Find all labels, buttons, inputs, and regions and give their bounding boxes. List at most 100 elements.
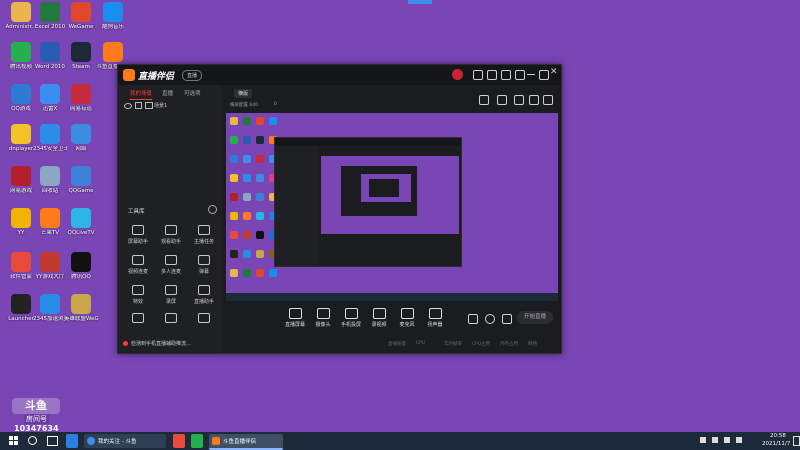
desktop-icon[interactable]: 腾讯QQ [64,252,98,292]
preview-mini-icon [256,212,264,220]
search-icon[interactable] [28,436,37,445]
tool-task[interactable]: 主播任务 [188,225,220,245]
taskbar-app-1[interactable] [173,434,185,448]
room-label: 房间号 [24,414,49,424]
desktop-icon[interactable]: YY游戏大厅 [33,252,67,292]
monitor-button[interactable]: 直播屏幕 [280,308,310,328]
layout-icon[interactable] [468,314,478,324]
maximize-button[interactable] [539,70,549,80]
desktop-icon-label: YY游戏大厅 [35,274,65,280]
notification-center-icon[interactable] [793,436,800,446]
tool-helper[interactable]: 直播助手 [188,285,220,305]
start-live-button[interactable]: 开始直播 [517,311,553,324]
taskbar-task-douyu[interactable]: 斗鱼直播伴侣 [209,434,283,450]
tool-barrage[interactable]: 弹幕 [188,255,220,275]
gear-icon[interactable] [502,314,512,324]
taskbar-app-2[interactable] [191,434,203,448]
taskbar-task-browser[interactable]: 我的关注 - 斗鱼 [84,434,166,448]
security-icon [40,124,60,144]
desktop-icon[interactable]: QQGame [64,166,98,206]
scene-tab[interactable]: 横版 [234,89,253,98]
tab-scenes[interactable]: 我的场景 [130,89,153,100]
preview-mini-icon [256,155,264,163]
tray-icons[interactable] [700,437,756,444]
settings-icon[interactable] [514,95,524,105]
tool-fx[interactable]: 特效 [122,285,154,305]
preview-mini-icon [243,136,251,144]
desktop-icon[interactable]: 芒果TV [33,208,67,248]
app-logo-icon [123,69,135,81]
record-icon [165,285,177,295]
clock-date[interactable]: 2021/11/7 [762,441,790,447]
desktop-icon[interactable]: 网络 [64,124,98,164]
menu-icon[interactable] [515,70,525,80]
clock-time[interactable]: 20:58 [770,433,786,439]
tool-screen[interactable]: 屏幕助手 [122,225,154,245]
netease-game-icon [11,166,31,186]
tool-record[interactable]: 录屏 [155,285,187,305]
phone-button[interactable]: 手机投屏 [336,308,366,328]
notification-icon[interactable] [529,95,539,105]
desktop-icon[interactable]: 酷狗音乐 [96,2,130,42]
group-icon [165,255,177,265]
desktop-icon-label: 酷狗音乐 [101,24,124,30]
netease-icon [71,84,91,104]
camera-button[interactable]: 摄像头 [308,308,338,328]
screen-icon[interactable] [501,70,511,80]
avatar[interactable] [452,69,463,80]
tool-more[interactable] [122,313,154,326]
live-preview[interactable] [226,113,558,301]
video-button[interactable]: 录视频 [364,308,394,328]
speaker-button[interactable]: 扬声器 [420,308,450,328]
tool-mic[interactable]: 视频连麦 [122,255,154,275]
preview-mini-icon [243,117,251,125]
desktop-icon[interactable]: 英雄联盟WeGame [64,294,98,334]
desktop-icon[interactable]: 网易有道 [64,84,98,124]
shirt-icon[interactable] [487,70,497,80]
mail-icon[interactable] [473,70,483,80]
title-bar[interactable]: 直播伴侣 直播 ✕ [118,65,561,85]
tool-group[interactable]: 多人连麦 [155,255,187,275]
status-item: CPU占用 [472,342,491,347]
tab-options[interactable]: 可选项 [184,89,201,97]
record-icon[interactable] [485,314,495,324]
desktop-icon[interactable]: 回收站 [33,166,67,206]
tab-live[interactable]: 直播 [162,89,173,97]
desktop-icon-label: 网易有道 [69,106,92,112]
delete-icon[interactable] [497,95,507,105]
preview-mini-icon [269,269,277,277]
lock-icon[interactable] [135,102,142,109]
desktop-icon[interactable]: 2345加速浏览器 [33,294,67,334]
scene-item-label[interactable]: 场景1 [154,102,167,109]
share-icon[interactable] [543,95,553,105]
desktop-icon[interactable]: QQLiveTV [64,208,98,248]
tool-viewer[interactable]: 观看助手 [155,225,187,245]
close-button[interactable]: ✕ [550,67,558,77]
preview-mini-icon [230,117,238,125]
tools-toggle-icon[interactable] [208,205,217,214]
preview-mini-icon [243,193,251,201]
notice-bar[interactable]: 检测到手机直播辅助推流... [120,339,220,349]
taskbar-app-ie[interactable] [66,434,78,448]
desktop-icon[interactable]: WeGame [64,2,98,42]
desktop-icon[interactable]: 2345安全卫士 [33,124,67,164]
tool-gift[interactable] [188,313,220,326]
preview-mini-icon [256,174,264,182]
browser-icon [87,437,95,445]
task-view-icon[interactable] [47,436,58,446]
preview-mini-icon [243,155,251,163]
tool-download[interactable] [155,313,187,326]
eye-icon[interactable] [124,103,132,109]
minimize-button[interactable] [527,74,535,75]
start-button[interactable] [9,436,19,446]
desktop-icon[interactable]: Steam [64,42,98,82]
desktop-icon[interactable]: 迅雷X [33,84,67,124]
tool-label: 弹幕 [198,269,209,275]
phone-icon [344,308,358,319]
microphone-button[interactable]: 麦克风 [392,308,422,328]
desktop-icon[interactable]: Word 2010 [33,42,67,82]
desktop-icon[interactable]: Excel 2010 [33,2,67,42]
scene-panel: 我的场景 直播 可选项 场景1 工具库 屏幕助手 观看助手 主播任务 视频连麦 多人连麦… [118,85,222,353]
copy-icon[interactable] [479,95,489,105]
version-badge[interactable]: 直播 [182,70,203,81]
